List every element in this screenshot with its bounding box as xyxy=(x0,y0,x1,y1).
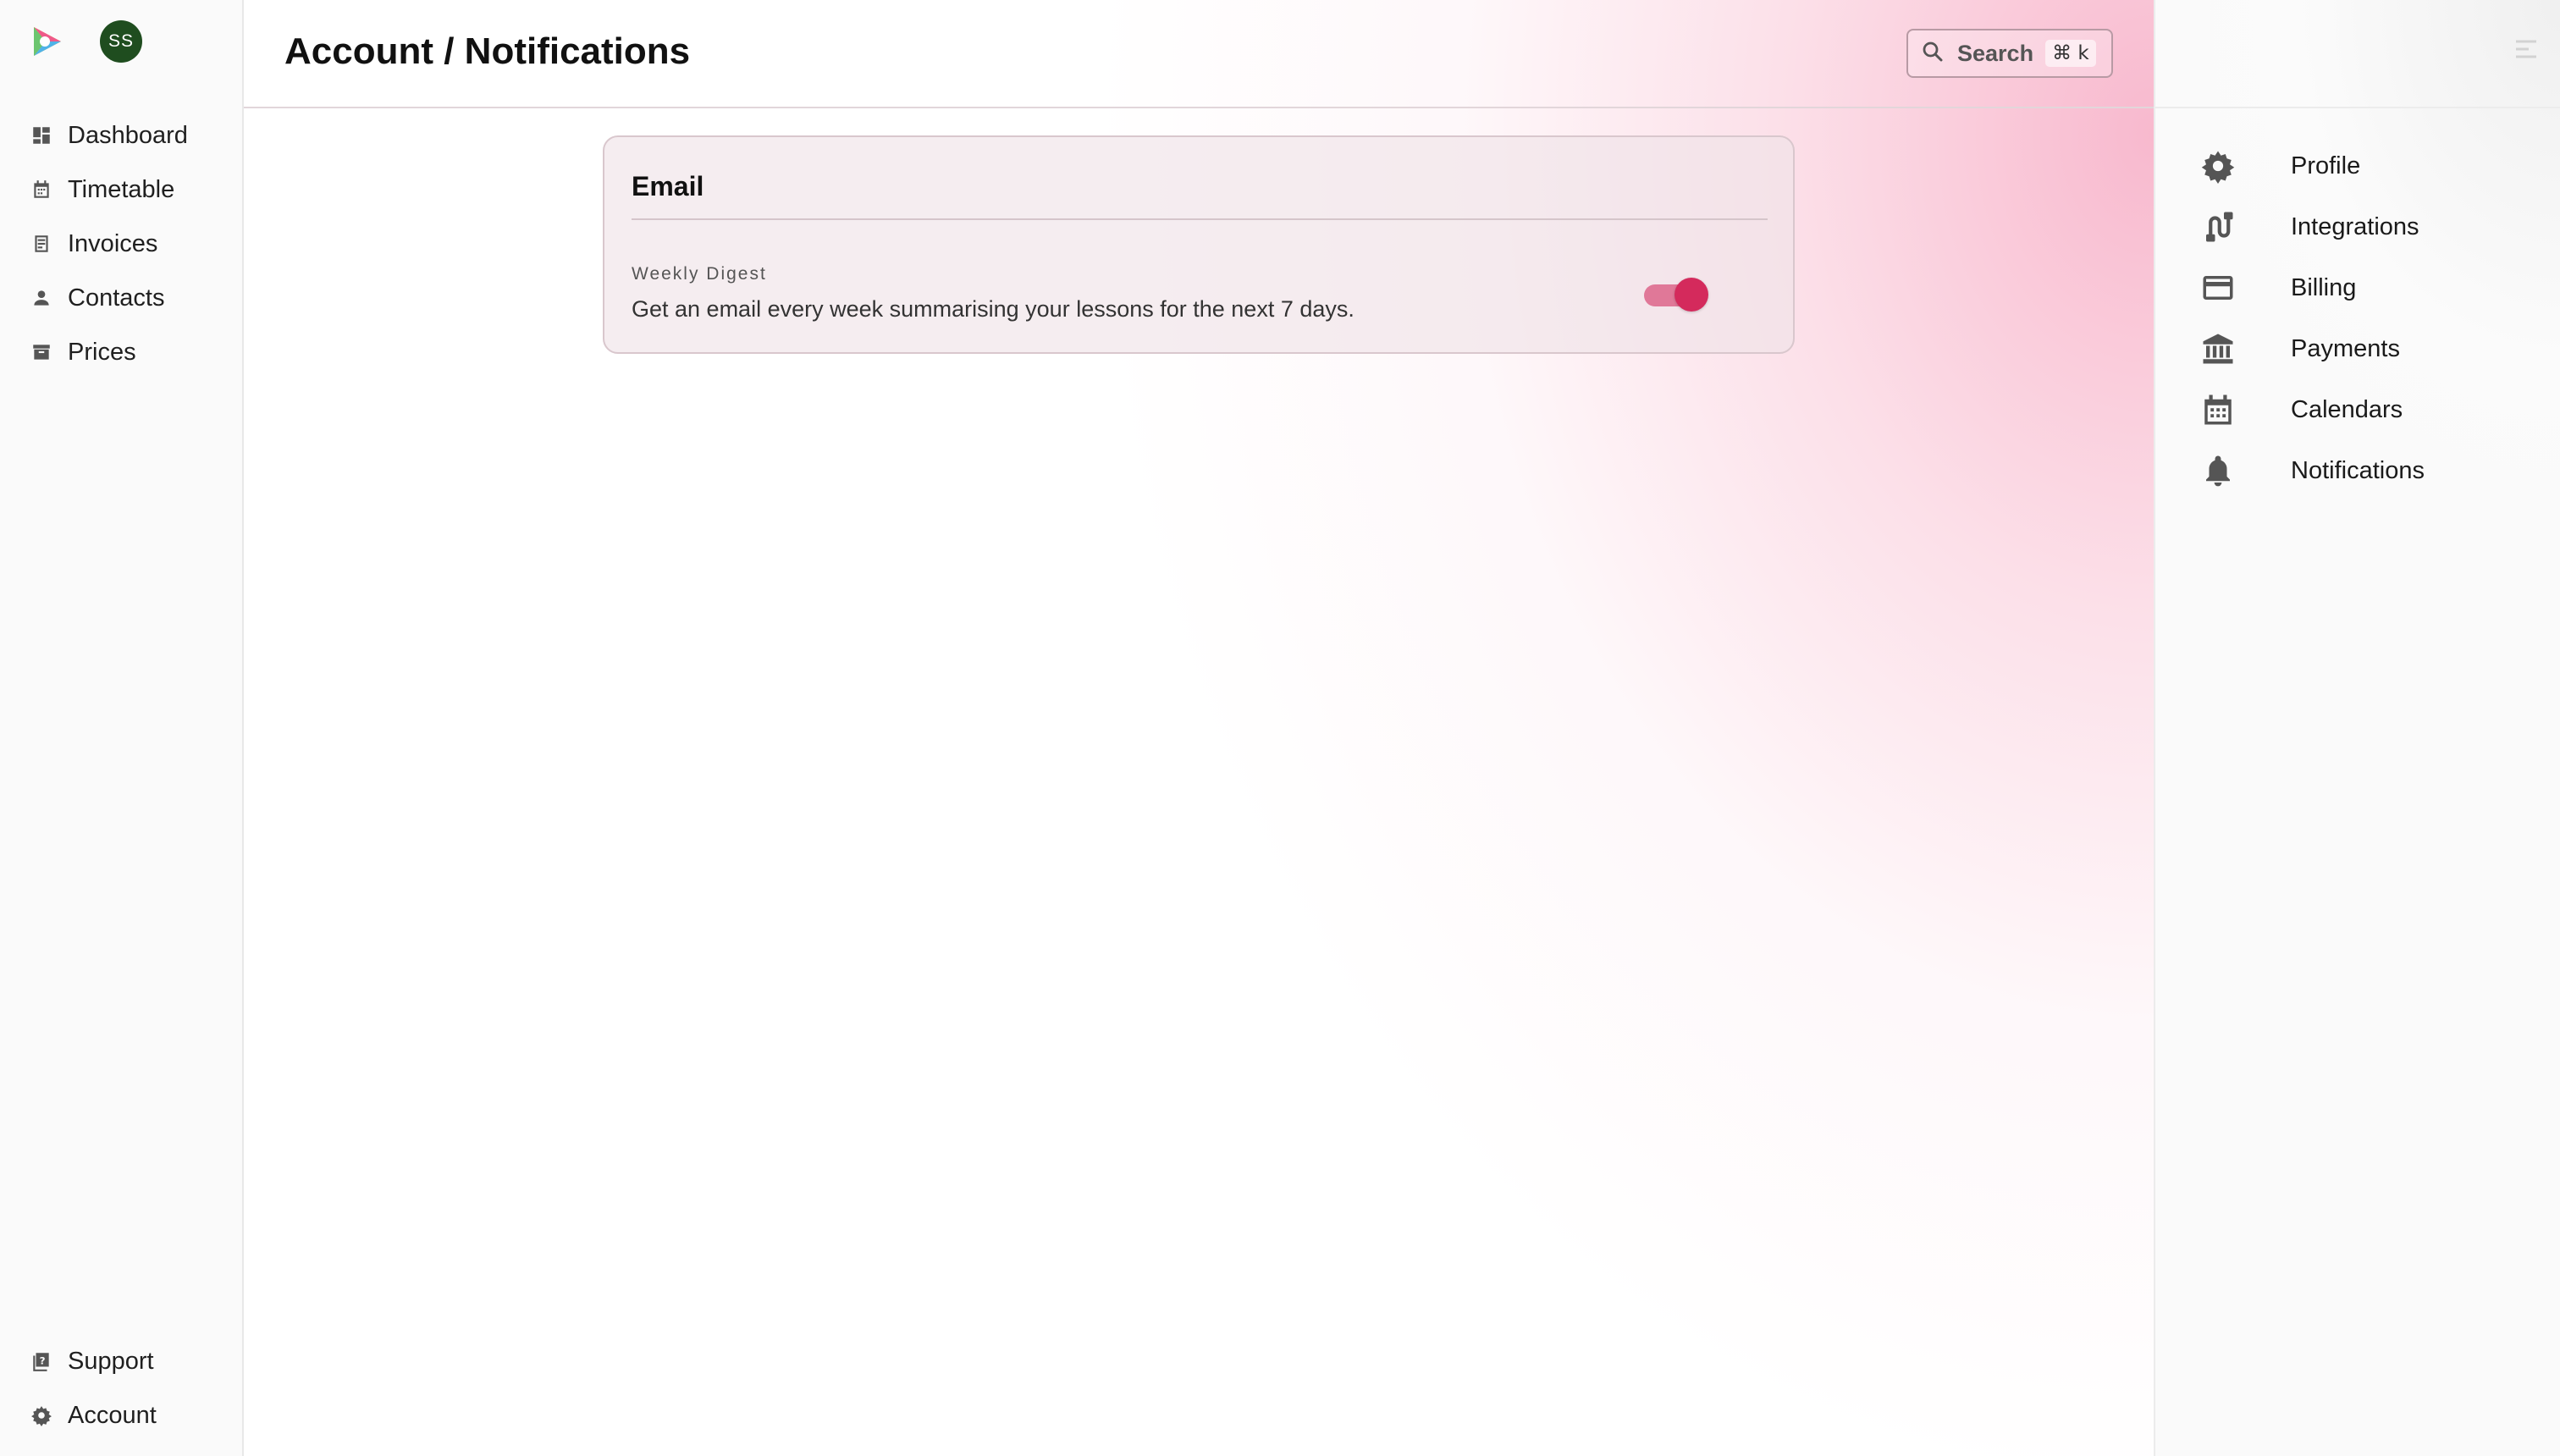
weekly-digest-toggle[interactable] xyxy=(1644,278,1708,312)
calendar-icon xyxy=(2199,391,2237,428)
main-content: Account / Notifications Search ⌘ k Email… xyxy=(244,0,2154,1456)
gear-icon xyxy=(2199,147,2237,185)
search-label: Search xyxy=(1957,40,2034,66)
account-nav-billing[interactable]: Billing xyxy=(2155,257,2560,318)
account-nav-payments[interactable]: Payments xyxy=(2155,318,2560,379)
account-nav-label: Billing xyxy=(2291,273,2357,301)
sidebar-item-label: Contacts xyxy=(68,284,165,312)
account-nav-notifications[interactable]: Notifications xyxy=(2155,440,2560,501)
sidebar-bottom-nav: ? Support Account xyxy=(0,1334,244,1442)
help-book-icon: ? xyxy=(29,1348,54,1374)
toggle-knob xyxy=(1674,278,1708,312)
account-nav: Profile Integrations Billing Payments Ca… xyxy=(2155,135,2560,501)
sidebar-item-dashboard[interactable]: Dashboard xyxy=(0,108,244,163)
account-nav-label: Payments xyxy=(2291,334,2400,362)
integrations-icon xyxy=(2199,208,2237,245)
dashboard-icon xyxy=(29,123,54,148)
person-icon xyxy=(29,285,54,311)
sidebar-item-label: Invoices xyxy=(68,229,158,257)
divider xyxy=(632,218,1768,220)
account-nav-label: Calendars xyxy=(2291,395,2403,423)
svg-text:?: ? xyxy=(40,1354,46,1366)
calendar-icon xyxy=(29,177,54,202)
collapse-panel-icon[interactable] xyxy=(2511,34,2541,64)
app-logo-icon[interactable] xyxy=(29,24,64,59)
sidebar-item-label: Account xyxy=(68,1401,157,1429)
email-settings-card: Email Weekly Digest Get an email every w… xyxy=(603,135,1795,354)
search-button[interactable]: Search ⌘ k xyxy=(1906,29,2113,78)
account-nav-profile[interactable]: Profile xyxy=(2155,135,2560,196)
search-shortcut: ⌘ k xyxy=(2045,40,2096,67)
account-nav-integrations[interactable]: Integrations xyxy=(2155,196,2560,257)
panel-header xyxy=(2155,0,2560,108)
archive-icon xyxy=(29,339,54,365)
page-title: Account / Notifications xyxy=(284,30,691,72)
top-bar: Account / Notifications Search ⌘ k xyxy=(244,0,2154,108)
sidebar-item-label: Support xyxy=(68,1347,154,1375)
sidebar-item-account[interactable]: Account xyxy=(0,1388,244,1442)
sidebar-item-label: Prices xyxy=(68,338,136,366)
account-nav-label: Notifications xyxy=(2291,456,2425,484)
invoice-icon xyxy=(29,231,54,256)
sidebar-item-support[interactable]: ? Support xyxy=(0,1334,244,1388)
app-window: SS Dashboard Timetable Invoices Contacts… xyxy=(0,0,2560,1456)
account-settings-panel: Profile Integrations Billing Payments Ca… xyxy=(2154,0,2560,1456)
gear-icon xyxy=(29,1403,54,1428)
sidebar-item-contacts[interactable]: Contacts xyxy=(0,271,244,325)
sidebar-nav: Dashboard Timetable Invoices Contacts Pr… xyxy=(0,108,244,379)
bell-icon xyxy=(2199,452,2237,489)
account-nav-calendars[interactable]: Calendars xyxy=(2155,379,2560,440)
search-icon xyxy=(1920,39,1945,69)
credit-card-icon xyxy=(2199,269,2237,306)
sidebar: SS Dashboard Timetable Invoices Contacts… xyxy=(0,0,244,1456)
sidebar-item-label: Dashboard xyxy=(68,121,188,149)
sidebar-item-prices[interactable]: Prices xyxy=(0,325,244,379)
card-title: Email xyxy=(632,171,704,201)
bank-icon xyxy=(2199,330,2237,367)
avatar[interactable]: SS xyxy=(100,20,142,63)
setting-label: Weekly Digest xyxy=(632,264,767,284)
sidebar-item-invoices[interactable]: Invoices xyxy=(0,217,244,271)
account-nav-label: Integrations xyxy=(2291,212,2419,240)
sidebar-item-label: Timetable xyxy=(68,175,175,203)
setting-description: Get an email every week summarising your… xyxy=(632,296,1354,322)
sidebar-item-timetable[interactable]: Timetable xyxy=(0,163,244,217)
account-nav-label: Profile xyxy=(2291,152,2361,179)
avatar-initials: SS xyxy=(108,31,134,51)
